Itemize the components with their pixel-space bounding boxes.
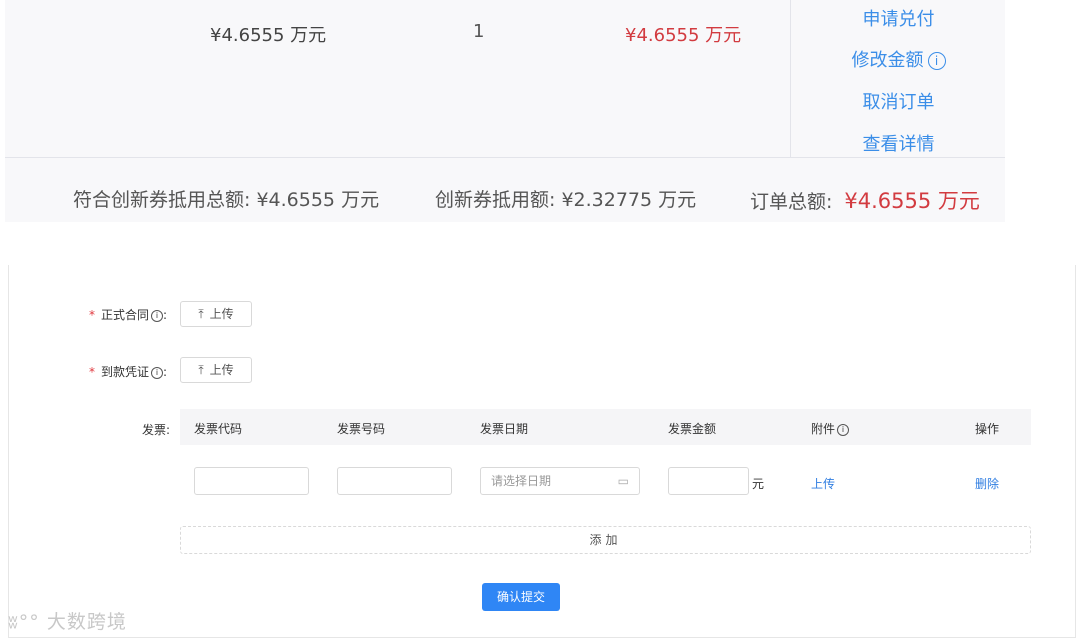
submission-form: * 正式合同 i: ⤒ 上传 * 到款凭证 i: ⤒ 上传 发票: 发票代码 发票号码 发票… <box>8 265 1076 638</box>
date-placeholder: 请选择日期 <box>491 474 552 488</box>
order-block: ¥4.6555 万元 1 ¥4.6555 万元 申请兑付 修改金额 i 取消订单 … <box>5 0 1005 222</box>
upload-label: 上传 <box>209 307 234 321</box>
watermark: ʬ°° 大数跨境 <box>8 607 127 634</box>
add-invoice-button[interactable]: 添加 <box>180 526 1031 554</box>
voucher-amount-label: 创新券抵用额: <box>435 189 556 211</box>
invoice-code-input[interactable] <box>194 467 309 495</box>
contract-upload-button[interactable]: ⤒ 上传 <box>180 301 252 327</box>
order-total-label: 订单总额: <box>750 191 833 213</box>
receipt-label: 到款凭证 <box>101 365 150 379</box>
info-icon: i <box>151 309 164 322</box>
col-invoice-number: 发票号码 <box>337 422 386 436</box>
col-invoice-code: 发票代码 <box>194 422 243 436</box>
submit-button[interactable]: 确认提交 <box>482 583 560 611</box>
view-details-link[interactable]: 查看详情 <box>791 130 1006 156</box>
eligible-total-value: ¥4.6555 万元 <box>256 189 380 211</box>
attachment-upload-link[interactable]: 上传 <box>811 475 835 492</box>
receipt-upload-button[interactable]: ⤒ 上传 <box>180 357 252 383</box>
order-actions: 申请兑付 修改金额 i 取消订单 查看详情 <box>790 0 1006 157</box>
col-invoice-date: 发票日期 <box>480 422 529 436</box>
eligible-total-label: 符合创新券抵用总额: <box>73 189 251 211</box>
invoice-label: 发票: <box>142 423 171 437</box>
upload-icon: ⤒ <box>198 307 204 321</box>
upload-label: 上传 <box>209 363 234 377</box>
order-total-value: ¥4.6555 万元 <box>844 189 980 213</box>
col-actions: 操作 <box>975 422 1000 436</box>
calendar-icon: ▭ <box>617 474 629 488</box>
info-icon[interactable]: i <box>927 52 946 70</box>
watermark-logo-icon: ʬ°° <box>8 611 40 633</box>
unit-price: ¥4.6555 万元 <box>210 25 327 46</box>
col-attachment-label: 附件 <box>811 422 836 436</box>
edit-amount-link[interactable]: 修改金额 i <box>791 46 1006 72</box>
col-invoice-amount: 发票金额 <box>668 422 717 436</box>
invoice-amount-input[interactable] <box>668 467 749 495</box>
amount-unit: 元 <box>752 477 765 491</box>
invoice-table-header: 发票代码 发票号码 发票日期 发票金额 附件 i 操作 <box>180 409 1031 445</box>
watermark-text: 大数跨境 <box>46 611 127 633</box>
upload-icon: ⤒ <box>198 363 204 377</box>
contract-field-label: * 正式合同 i: <box>89 308 168 322</box>
invoice-number-input[interactable] <box>337 467 452 495</box>
voucher-amount: 创新券抵用额: ¥2.32775 万元 <box>435 185 696 212</box>
cancel-order-link[interactable]: 取消订单 <box>791 88 1006 114</box>
edit-amount-label: 修改金额 <box>851 50 924 71</box>
receipt-field-label: * 到款凭证 i: <box>89 365 168 379</box>
info-icon: i <box>151 366 164 379</box>
quantity: 1 <box>473 21 485 42</box>
info-icon: i <box>837 423 850 436</box>
order-total: 订单总额: ¥4.6555 万元 <box>750 185 980 215</box>
invoice-date-picker[interactable]: 请选择日期 ▭ <box>480 467 640 495</box>
order-row: ¥4.6555 万元 1 ¥4.6555 万元 申请兑付 修改金额 i 取消订单 … <box>5 0 1005 158</box>
contract-label: 正式合同 <box>101 308 150 322</box>
eligible-total: 符合创新券抵用总额: ¥4.6555 万元 <box>73 185 379 212</box>
col-attachment: 附件 i <box>811 420 850 437</box>
subtotal-price: ¥4.6555 万元 <box>625 25 742 46</box>
apply-redeem-link[interactable]: 申请兑付 <box>791 5 1006 31</box>
delete-row-link[interactable]: 删除 <box>975 475 999 492</box>
voucher-amount-value: ¥2.32775 万元 <box>561 189 697 211</box>
